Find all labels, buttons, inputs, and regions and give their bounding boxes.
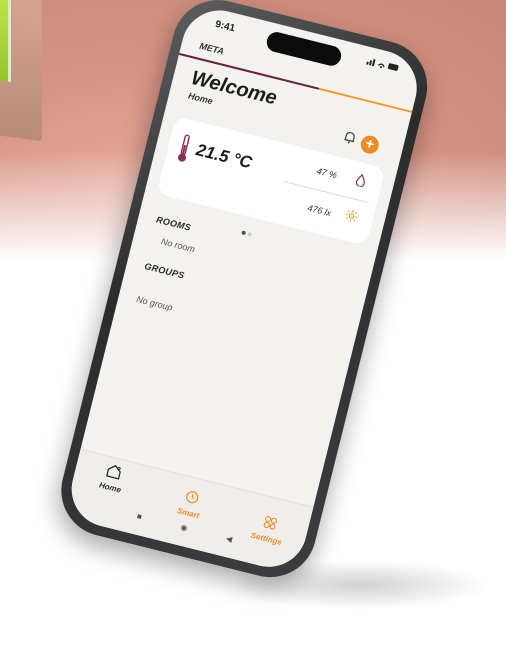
carousel-dot-active[interactable] bbox=[241, 230, 246, 235]
rooms-label: ROOMS bbox=[155, 214, 192, 232]
status-time: 9:41 bbox=[214, 19, 236, 35]
groups-empty-text: No group bbox=[135, 294, 173, 313]
phone-screen: 9:41 META Welcome Hom bbox=[64, 2, 425, 574]
bell-icon[interactable] bbox=[340, 129, 359, 148]
add-button[interactable]: + bbox=[359, 134, 381, 156]
tab-home[interactable]: Home bbox=[80, 458, 145, 500]
status-icons bbox=[365, 56, 401, 76]
app-name: META bbox=[198, 41, 225, 57]
groups-label: GROUPS bbox=[144, 261, 186, 281]
recents-button[interactable]: ■ bbox=[136, 512, 143, 522]
illuminance-value: 476 lx bbox=[307, 203, 333, 219]
carousel-dot[interactable] bbox=[247, 232, 252, 237]
wall-device bbox=[0, 0, 42, 141]
temperature-value: 21.5 °C bbox=[194, 140, 254, 173]
device-green-panel bbox=[0, 0, 11, 82]
humidity-drop-icon bbox=[354, 173, 368, 191]
back-button[interactable]: ◀ bbox=[225, 534, 233, 544]
phone-frame: 9:41 META Welcome Hom bbox=[52, 0, 437, 587]
humidity-value: 47 % bbox=[316, 166, 338, 181]
sun-icon bbox=[343, 208, 359, 227]
signal-wifi-battery-icon bbox=[366, 56, 401, 73]
rooms-empty-text: No room bbox=[160, 236, 196, 254]
thermometer-icon bbox=[175, 132, 194, 164]
carousel-dots[interactable] bbox=[240, 222, 256, 242]
home-nav-button[interactable]: ◉ bbox=[179, 522, 188, 532]
